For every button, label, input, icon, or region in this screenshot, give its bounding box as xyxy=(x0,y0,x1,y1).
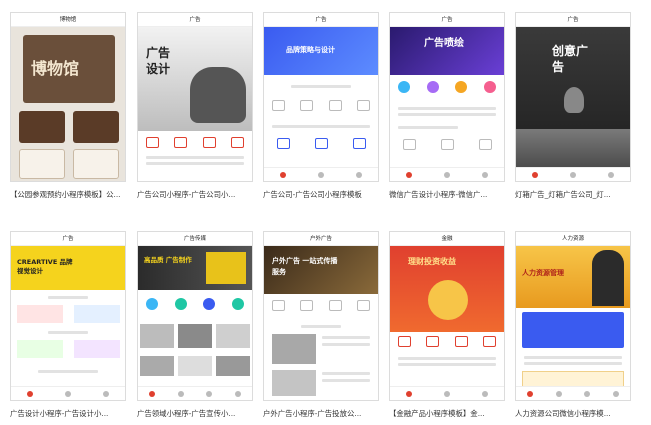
hero-text: 广告喷绘 xyxy=(424,38,464,49)
tab-news[interactable] xyxy=(584,390,591,397)
phone-preview[interactable]: 广告 广告设计 xyxy=(137,12,253,182)
hero-text: CREARTIVE 品牌视觉设计 xyxy=(17,258,73,275)
tab-bar xyxy=(390,386,504,400)
tab-home[interactable] xyxy=(406,171,412,178)
template-caption[interactable]: 【公园参观预约小程序模板】公... xyxy=(10,190,134,200)
phone-preview[interactable]: 广告 广告喷绘 xyxy=(389,12,505,182)
hero-text: 广告设计 xyxy=(146,46,171,76)
phone-title: 人力资源 xyxy=(516,232,630,246)
phone-title: 广告 xyxy=(516,13,630,27)
hero-text: 品牌策略与设计 xyxy=(286,46,335,54)
tab-bar xyxy=(516,386,630,400)
tab-home[interactable] xyxy=(149,390,156,397)
tab-news[interactable] xyxy=(206,390,213,397)
template-caption[interactable]: 广告领域小程序-广告宣传小... xyxy=(137,409,261,419)
tab-mine[interactable] xyxy=(482,171,488,178)
hero-text: 人力资源管理 xyxy=(522,269,564,277)
tab-bar xyxy=(516,167,630,181)
hero-text: 高品质 广告制作 xyxy=(144,256,192,264)
tab-home[interactable] xyxy=(27,390,33,397)
tab-product[interactable] xyxy=(444,390,450,397)
tab-bar xyxy=(11,386,125,400)
tab-product[interactable] xyxy=(444,171,450,178)
tab-mine[interactable] xyxy=(103,390,109,397)
tab-home[interactable] xyxy=(406,390,412,397)
phone-title: 广告 xyxy=(390,13,504,27)
phone-preview[interactable]: 广告 品牌策略与设计 xyxy=(263,12,379,182)
tab-bar xyxy=(264,167,378,181)
tab-home[interactable] xyxy=(280,171,286,178)
phone-preview[interactable]: 人力资源 人力资源管理 xyxy=(515,231,631,401)
hero-text: 户外广告 一站式传播服务 xyxy=(272,257,338,276)
template-caption[interactable]: 户外广告小程序-广告投放公... xyxy=(263,409,387,419)
tab-mine[interactable] xyxy=(612,390,619,397)
phone-title: 广告传媒 xyxy=(138,232,252,246)
phone-title: 广告 xyxy=(138,13,252,27)
phone-title: 户外广告 xyxy=(264,232,378,246)
hero-text: 理财投资收益 xyxy=(408,257,456,266)
template-caption[interactable]: 灯箱广告_灯箱广告公司_灯... xyxy=(515,190,639,200)
template-caption[interactable]: 广告公司-广告公司小程序模板 xyxy=(263,190,387,200)
tab-bar xyxy=(138,386,252,400)
phone-preview[interactable]: 广告 CREARTIVE 品牌视觉设计 xyxy=(10,231,126,401)
tab-mine[interactable] xyxy=(482,390,488,397)
phone-title: 博物馆 xyxy=(11,13,125,27)
tab-bar xyxy=(390,167,504,181)
hero-text: 创意广告 xyxy=(552,44,589,74)
phone-preview[interactable]: 金融 理财投资收益 xyxy=(389,231,505,401)
tab-mine[interactable] xyxy=(608,171,614,178)
phone-title: 广告 xyxy=(11,232,125,246)
template-caption[interactable]: 微信广告设计小程序-微信广... xyxy=(389,190,513,200)
tab-service[interactable] xyxy=(318,171,324,178)
phone-title: 金融 xyxy=(390,232,504,246)
tab-home[interactable] xyxy=(527,390,534,397)
template-caption[interactable]: 人力资源公司微信小程序模... xyxy=(515,409,639,419)
phone-preview[interactable]: 广告传媒 高品质 广告制作 xyxy=(137,231,253,401)
tab-mine[interactable] xyxy=(234,390,241,397)
template-caption[interactable]: 广告设计小程序-广告设计小... xyxy=(10,409,134,419)
phone-title: 广告 xyxy=(264,13,378,27)
tab-case[interactable] xyxy=(177,390,184,397)
hero-text: 博物馆 xyxy=(31,59,80,78)
tab-case[interactable] xyxy=(570,171,576,178)
phone-preview[interactable]: 广告 创意广告 xyxy=(515,12,631,182)
tab-mine[interactable] xyxy=(356,171,362,178)
tab-home[interactable] xyxy=(532,171,538,178)
tab-case[interactable] xyxy=(65,390,71,397)
template-caption[interactable]: 广告公司小程序-广告公司小... xyxy=(137,190,261,200)
template-caption[interactable]: 【金融产品小程序模板】金... xyxy=(389,409,513,419)
phone-preview[interactable]: 户外广告 户外广告 一站式传播服务 xyxy=(263,231,379,401)
tab-job[interactable] xyxy=(555,390,562,397)
phone-preview[interactable]: 博物馆 博物馆 xyxy=(10,12,126,182)
